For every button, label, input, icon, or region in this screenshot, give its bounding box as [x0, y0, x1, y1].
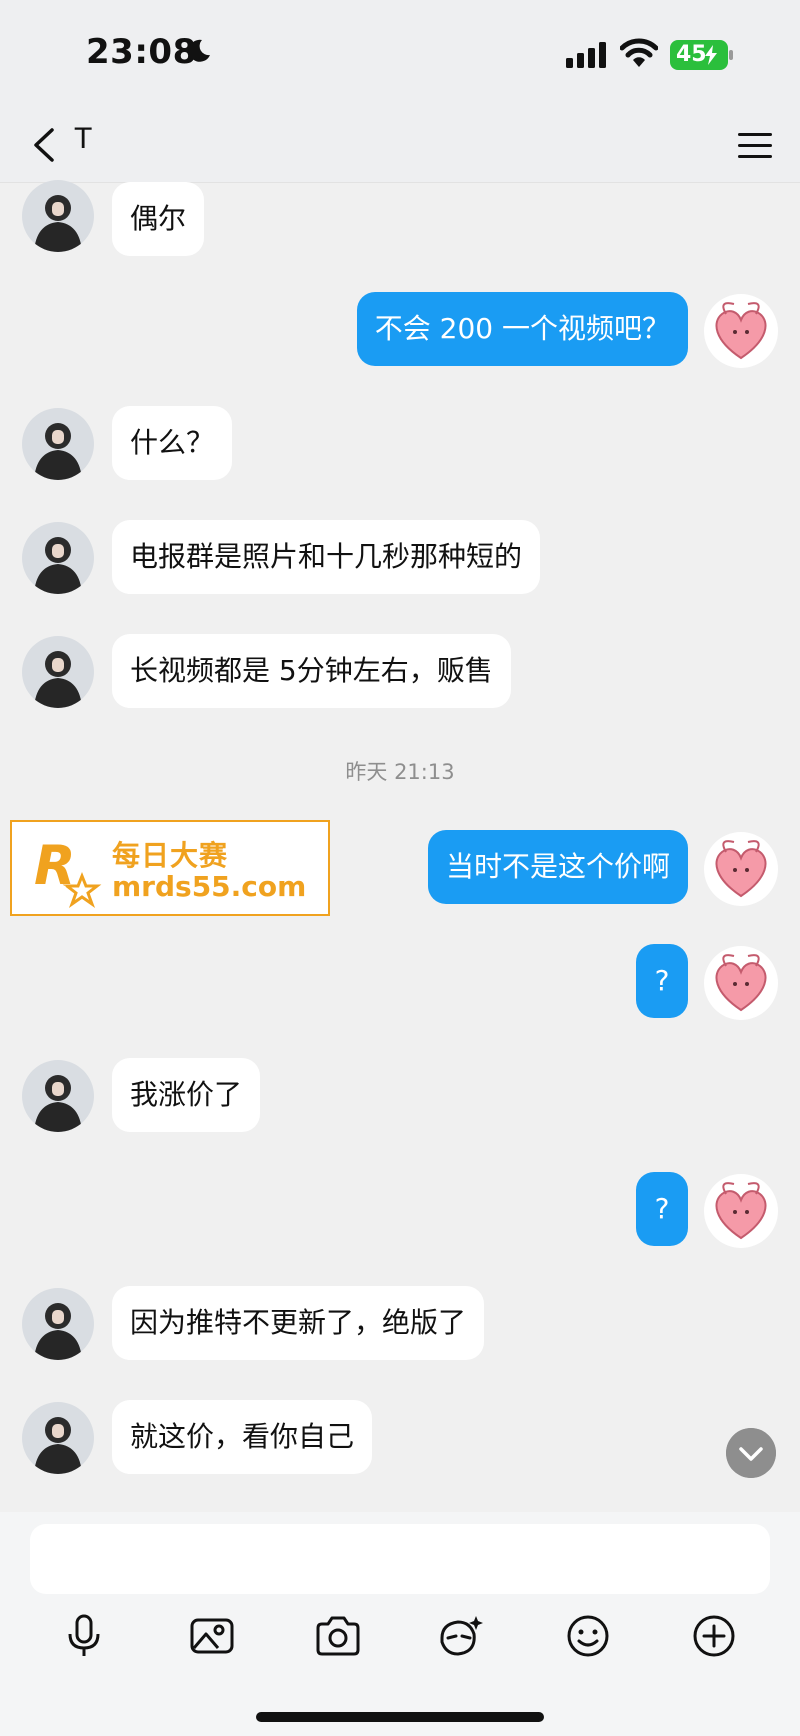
contact-avatar[interactable]: [22, 1402, 94, 1474]
watermark-banner: R 每日大赛 每日大赛 mrds55.com: [10, 820, 330, 916]
battery-indicator: 45: [670, 40, 733, 70]
composer: [0, 1512, 800, 1736]
ai-sticker-icon[interactable]: [436, 1612, 484, 1660]
watermark-title: 每日大赛: [112, 839, 229, 872]
charging-bolt-icon: [705, 45, 717, 65]
message-bubble-incoming[interactable]: 因为推特不更新了，绝版了: [112, 1286, 485, 1360]
contact-avatar[interactable]: [22, 1288, 94, 1360]
back-arrow-icon[interactable]: [22, 120, 70, 170]
camera-icon[interactable]: [314, 1612, 362, 1660]
message-bubble-incoming[interactable]: 就这价，看你自己: [112, 1400, 373, 1474]
watermark-url: mrds55.com: [112, 870, 307, 903]
wifi-icon: [620, 38, 658, 67]
image-icon[interactable]: [188, 1612, 236, 1660]
message-bubble-outgoing[interactable]: 当时不是这个价啊: [427, 830, 688, 904]
scroll-to-bottom-icon[interactable]: [726, 1428, 776, 1478]
plus-icon[interactable]: [690, 1612, 738, 1660]
contact-avatar[interactable]: [22, 180, 94, 252]
message-bubble-incoming[interactable]: 什么？: [112, 406, 233, 480]
contact-avatar[interactable]: [22, 636, 94, 708]
chat-header: T: [0, 110, 800, 183]
message-bubble-outgoing[interactable]: ?: [636, 944, 688, 1018]
my-avatar-heart[interactable]: [704, 832, 778, 906]
message-bubble-incoming[interactable]: 长视频都是 5分钟左右，贩售: [112, 634, 511, 708]
emoji-icon[interactable]: [564, 1612, 612, 1660]
timestamp-divider: 昨天 21:13: [345, 760, 455, 784]
message-bubble-incoming[interactable]: 偶尔: [112, 182, 205, 256]
menu-icon[interactable]: [736, 126, 774, 164]
contact-avatar[interactable]: [22, 1060, 94, 1132]
my-avatar-heart[interactable]: [704, 946, 778, 1020]
do-not-disturb-moon-icon: [188, 39, 210, 62]
status-bar: 23:08 45: [0, 0, 800, 110]
home-indicator[interactable]: [256, 1712, 544, 1722]
mic-icon[interactable]: [60, 1612, 108, 1660]
cellular-signal-icon: [566, 42, 606, 68]
status-time: 23:08: [86, 32, 197, 72]
message-bubble-incoming[interactable]: 我涨价了: [112, 1058, 261, 1132]
contact-avatar[interactable]: [22, 522, 94, 594]
contact-avatar[interactable]: [22, 408, 94, 480]
watermark-logo-text: 每日大赛: [26, 886, 66, 897]
my-avatar-heart[interactable]: [704, 1174, 778, 1248]
message-bubble-outgoing[interactable]: ?: [636, 1172, 688, 1246]
message-input[interactable]: [30, 1524, 770, 1594]
message-bubble-incoming[interactable]: 电报群是照片和十几秒那种短的: [112, 520, 541, 594]
chat-title: T: [74, 122, 93, 155]
battery-level: 45: [676, 42, 707, 67]
my-avatar-heart[interactable]: [704, 294, 778, 368]
message-bubble-outgoing[interactable]: 不会 200 一个视频吧？: [356, 292, 688, 366]
